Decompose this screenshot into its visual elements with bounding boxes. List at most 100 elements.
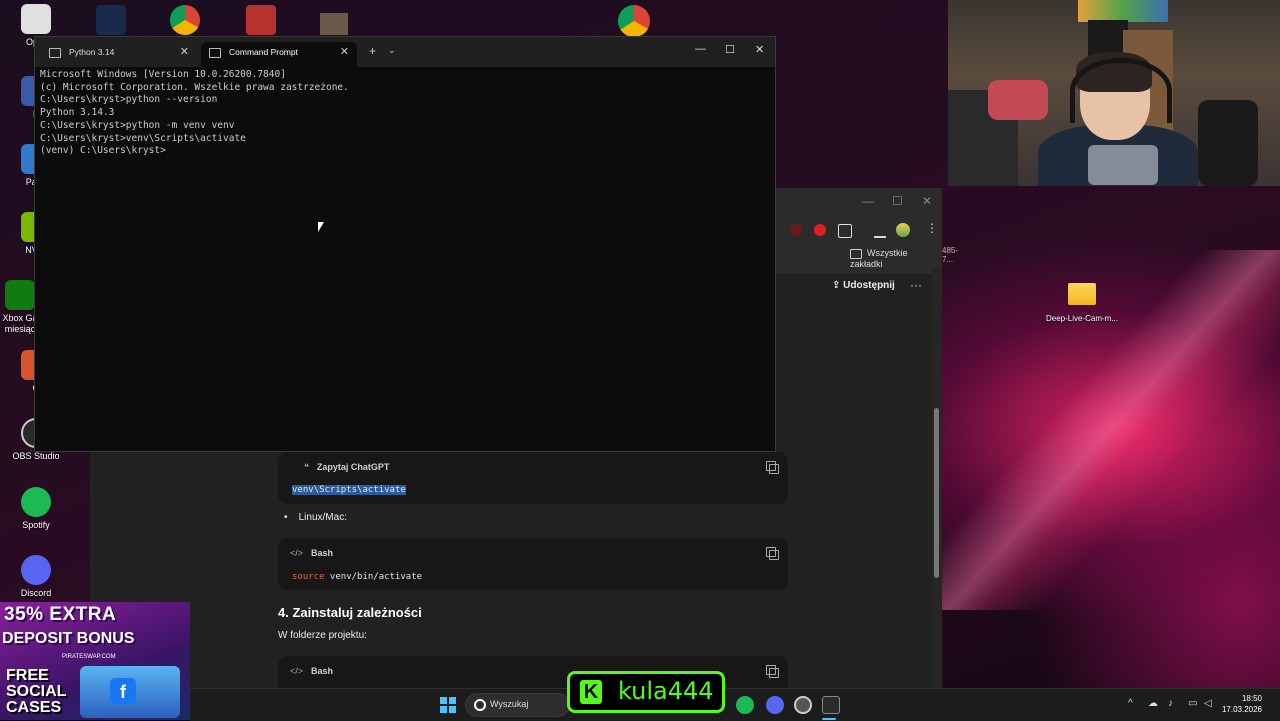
ad-line-1: 35% EXTRA xyxy=(4,604,117,625)
network-icon[interactable]: ▭ xyxy=(1188,698,1197,709)
code-keyword: source xyxy=(292,572,325,582)
code-lang: </> Bash xyxy=(290,548,333,558)
app-icon[interactable] xyxy=(246,5,276,35)
xbox-icon xyxy=(5,280,35,310)
terminal-prompt: (venv) C:\Users\kryst> xyxy=(40,145,166,157)
code-lang: </> Bash xyxy=(290,666,333,676)
ask-chatgpt-label: Zapytaj ChatGPT xyxy=(316,462,390,472)
obs-taskbar-icon[interactable] xyxy=(794,696,812,714)
code-lang-label: Bash xyxy=(311,548,334,558)
close-button[interactable]: ✕ xyxy=(755,43,764,56)
code-text: venv/bin/activate xyxy=(324,572,423,582)
kick-channel-banner: K kula444 xyxy=(567,671,725,713)
terminal-tabbar: Python 3.14 ✕ Command Prompt ✕ + ⌄ — ☐ ✕ xyxy=(35,37,775,67)
terminal-line: (c) Microsoft Corporation. Wszelkie praw… xyxy=(40,81,349,93)
paragraph: W folderze projektu: xyxy=(278,630,367,641)
ad-free-social-cases: FREE SOCIAL CASES xyxy=(6,668,66,716)
terminal-output[interactable]: Microsoft Windows [Version 10.0.26200.78… xyxy=(40,69,770,444)
search-icon xyxy=(474,699,486,711)
folder-icon[interactable] xyxy=(1068,283,1096,305)
tab-label: Command Prompt xyxy=(229,47,298,57)
ask-chatgpt[interactable]: ❝ Zapytaj ChatGPT xyxy=(304,462,389,473)
webcam-shirt-print xyxy=(1088,145,1158,185)
app-tray-icon[interactable]: ☁ xyxy=(1148,698,1158,709)
terminal-icon xyxy=(49,48,61,58)
copy-icon[interactable] xyxy=(766,461,779,474)
discord-taskbar-icon[interactable] xyxy=(766,696,784,714)
terminal-line: C:\Users\kryst>python --version xyxy=(40,94,218,106)
clock-date: 17.03.2026 xyxy=(1221,705,1262,714)
facebook-icon: f xyxy=(110,678,136,704)
ad-line-4: SOCIAL xyxy=(6,683,67,700)
webcam-bag xyxy=(988,80,1048,120)
new-tab-button[interactable]: + xyxy=(369,44,376,58)
desktop-icon-label: Spotify xyxy=(22,520,50,530)
desktop-icon-label: OBS Studio xyxy=(12,451,60,461)
ad-site: PIRATESWAP.COM xyxy=(62,654,116,660)
terminal-window: Python 3.14 ✕ Command Prompt ✕ + ⌄ — ☐ ✕… xyxy=(34,36,776,452)
desktop-icon-label: Discord xyxy=(20,588,52,598)
section-heading: 4. Zainstaluj zależności xyxy=(278,605,422,620)
desktop-icon-spotify[interactable]: Spotify xyxy=(4,487,68,531)
cmd-icon xyxy=(209,48,221,58)
code-line: source venv/bin/activate xyxy=(292,572,422,582)
kick-logo-icon: K xyxy=(580,680,602,704)
terminal-taskbar-icon[interactable] xyxy=(822,696,840,714)
league-icon[interactable] xyxy=(96,5,126,35)
opera-icon xyxy=(21,4,51,34)
tab-command-prompt[interactable]: Command Prompt ✕ xyxy=(201,42,357,67)
chevron-up-icon[interactable]: ^ xyxy=(1128,698,1133,709)
scroll-thumb[interactable] xyxy=(934,408,939,578)
ad-banner[interactable]: 35% EXTRA DEPOSIT BONUS PIRATESWAP.COM f… xyxy=(0,602,190,720)
close-icon[interactable]: ✕ xyxy=(340,42,349,63)
volume-icon[interactable]: ◁ xyxy=(1204,698,1212,709)
discord-icon xyxy=(21,555,51,585)
terminal-line: Microsoft Windows [Version 10.0.26200.78… xyxy=(40,69,286,80)
list-item: • Linux/Mac: xyxy=(284,512,347,523)
tab-python[interactable]: Python 3.14 ✕ xyxy=(41,42,197,67)
start-button[interactable] xyxy=(440,697,456,713)
taskbar-search[interactable]: Wyszukaj xyxy=(465,693,570,717)
terminal-line: C:\Users\kryst>venv\Scripts\activate xyxy=(40,132,246,144)
minimize-button[interactable]: — xyxy=(695,43,706,55)
code-block: ❝ Zapytaj ChatGPT venv\Scripts\activate xyxy=(278,452,788,504)
desktop-icon-discord[interactable]: Discord xyxy=(4,555,68,599)
quote-icon: ❝ xyxy=(304,462,309,472)
webcam-overlay xyxy=(948,0,1280,186)
code-text: venv\Scripts\activate xyxy=(292,485,406,495)
kick-username: kula444 xyxy=(618,677,714,705)
maximize-button[interactable]: ☐ xyxy=(725,43,735,56)
webcam-bag-dark xyxy=(1198,100,1258,186)
code-icon: </> xyxy=(290,666,304,676)
ad-line-5: CASES xyxy=(6,699,62,716)
microphone-icon[interactable]: ♪ xyxy=(1168,698,1173,709)
webcam-flag xyxy=(1078,0,1168,22)
taskbar: Wyszukaj ^ ☁ ♪ ▭ ◁ 18:50 17.03.2026 xyxy=(190,688,1280,721)
headset-icon xyxy=(1070,58,1172,123)
close-icon[interactable]: ✕ xyxy=(180,42,189,63)
chrome-icon[interactable] xyxy=(618,5,650,37)
chrome-icon[interactable] xyxy=(170,5,200,35)
mouse-pointer-icon xyxy=(318,222,324,232)
copy-icon[interactable] xyxy=(766,665,779,678)
terminal-line: C:\Users\kryst>python -m venv venv xyxy=(40,119,235,131)
list-item-text: Linux/Mac: xyxy=(298,512,347,523)
search-placeholder: Wyszukaj xyxy=(490,699,529,709)
terminal-line: Python 3.14.3 xyxy=(40,107,115,119)
spotify-taskbar-icon[interactable] xyxy=(736,696,754,714)
code-block: </> Bash source venv/bin/activate xyxy=(278,538,788,590)
ad-line-3: FREE xyxy=(6,667,49,684)
code-icon: </> xyxy=(290,548,304,558)
clock-time: 18:50 xyxy=(1241,694,1262,703)
copy-icon[interactable] xyxy=(766,547,779,560)
desktop-folder-label[interactable]: Deep-Live-Cam-m... xyxy=(1030,314,1134,323)
code-lang-label: Bash xyxy=(311,666,334,676)
clock[interactable]: 18:50 17.03.2026 xyxy=(1218,693,1262,715)
app-icon[interactable] xyxy=(320,13,348,35)
code-line: venv\Scripts\activate xyxy=(292,485,406,495)
ad-line-2: DEPOSIT BONUS xyxy=(2,630,135,647)
chevron-down-icon[interactable]: ⌄ xyxy=(388,45,396,56)
tab-label: Python 3.14 xyxy=(69,47,115,57)
spotify-icon xyxy=(21,487,51,517)
url-fragment: 485-7... xyxy=(942,246,959,264)
